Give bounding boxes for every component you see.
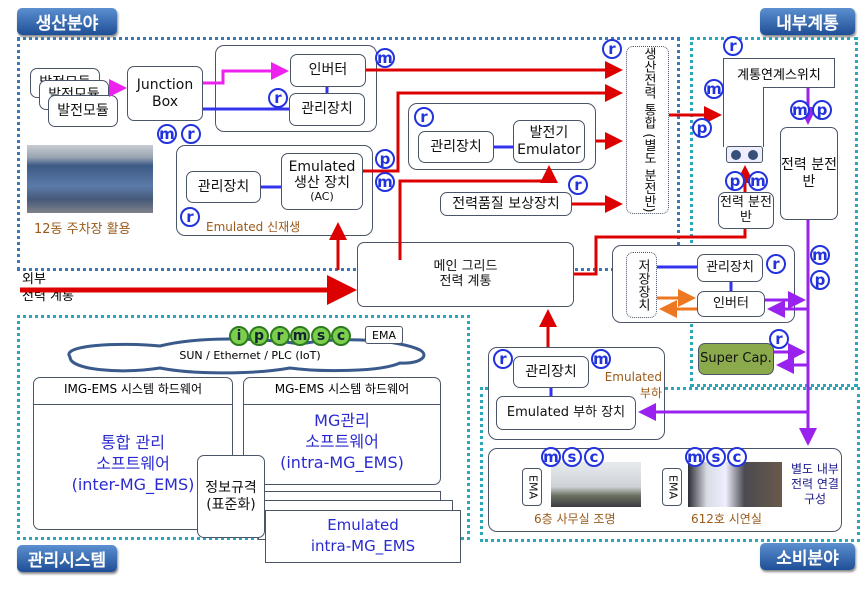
power-icon: p <box>810 270 830 290</box>
control-icon: c <box>584 447 604 467</box>
remote-icon: r <box>723 36 743 56</box>
measure-icon: m <box>541 447 561 467</box>
power-icon: p <box>812 100 832 120</box>
remote-icon: r <box>268 88 288 108</box>
sensor-icon: s <box>562 447 582 467</box>
measure-icon: m <box>704 79 724 99</box>
microgrid-diagram: 생산분야 내부계통 관리시스템 소비분야 발전모듈 발전모듈 발전모듈 Junc… <box>0 0 866 589</box>
measure-icon: m <box>748 171 768 191</box>
remote-icon: r <box>493 349 513 369</box>
remote-icon: r <box>181 124 201 144</box>
measure-icon: m <box>591 349 611 369</box>
remote-icon: r <box>568 175 588 195</box>
control-icon: c <box>727 447 747 467</box>
remote-icon: r <box>766 254 786 274</box>
remote-icon: r <box>180 207 200 227</box>
power-icon: p <box>725 171 745 191</box>
measure-icon: m <box>810 245 830 265</box>
power-line <box>398 165 558 260</box>
dc-line <box>203 62 289 85</box>
measure-icon: m <box>790 100 810 120</box>
connection-lines <box>20 61 817 446</box>
power-icon: p <box>375 149 395 169</box>
power-icon: p <box>692 118 712 138</box>
remote-icon: r <box>602 39 622 59</box>
measure-icon: m <box>685 447 705 467</box>
remote-icon: r <box>414 107 434 127</box>
sensor-icon: s <box>706 447 726 467</box>
measure-icon: m <box>375 48 395 68</box>
measure-icon: m <box>375 172 395 192</box>
power-line <box>363 84 623 173</box>
remote-icon: r <box>769 329 789 349</box>
measure-icon: m <box>157 124 177 144</box>
